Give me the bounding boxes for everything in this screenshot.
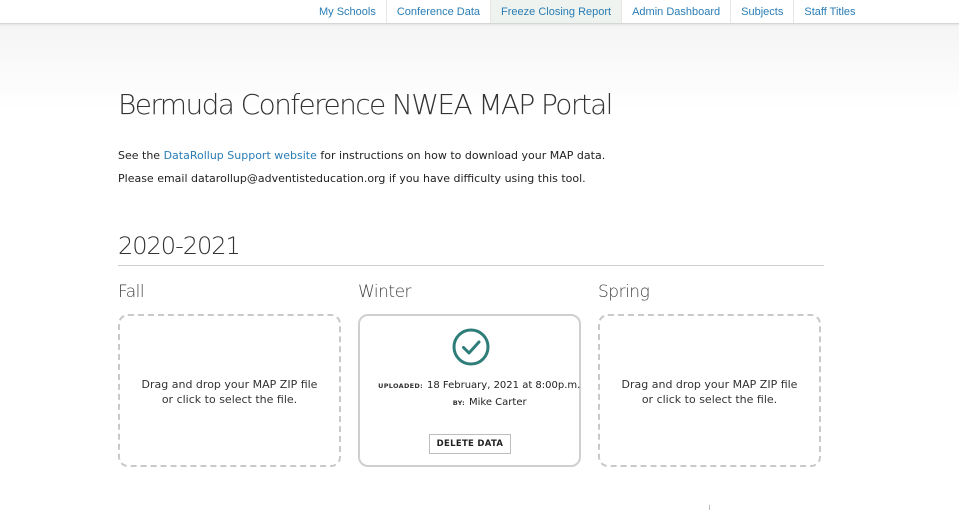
top-nav-list: My Schools Conference Data Freeze Closin…	[309, 0, 866, 23]
intro-instructions: See the DataRollup Support website for i…	[118, 149, 605, 162]
season-label-spring: Spring	[598, 282, 650, 302]
intro-prefix: See the	[118, 149, 164, 162]
nav-item-subjects[interactable]: Subjects	[731, 0, 795, 23]
check-circle-icon	[452, 328, 490, 366]
uploaded-row: UPLOADED: 18 February, 2021 at 8:00p.m.	[360, 380, 581, 391]
year-heading: 2020-2021	[118, 232, 241, 260]
season-label-winter: Winter	[358, 282, 412, 302]
nav-item-my-schools[interactable]: My Schools	[309, 0, 387, 23]
season-label-fall: Fall	[118, 282, 145, 302]
uploaded-key: UPLOADED:	[378, 382, 423, 390]
fall-dropzone-line1: Drag and drop your MAP ZIP file	[141, 378, 318, 391]
nav-item-conference-data[interactable]: Conference Data	[387, 0, 492, 23]
support-website-link[interactable]: DataRollup Support website	[164, 149, 317, 162]
spring-dropzone-line1: Drag and drop your MAP ZIP file	[621, 378, 798, 391]
by-value: Mike Carter	[469, 397, 527, 408]
nav-item-admin-dashboard[interactable]: Admin Dashboard	[622, 0, 732, 23]
nav-item-freeze-closing-report[interactable]: Freeze Closing Report	[491, 0, 623, 23]
spring-dropzone-text: Drag and drop your MAP ZIP file or click…	[600, 377, 819, 407]
top-nav: My Schools Conference Data Freeze Closin…	[0, 0, 959, 24]
uploaded-by-row: BY: Mike Carter	[360, 397, 579, 408]
intro-email: Please email datarollup@adventisteducati…	[118, 172, 586, 185]
intro-suffix: for instructions on how to download your…	[316, 149, 606, 162]
year-divider	[118, 265, 824, 266]
uploaded-value: 18 February, 2021 at 8:00p.m.	[427, 380, 581, 391]
spring-dropzone-line2: or click to select the file.	[641, 393, 778, 406]
spring-dropzone[interactable]: Drag and drop your MAP ZIP file or click…	[598, 314, 821, 467]
fall-dropzone-text: Drag and drop your MAP ZIP file or click…	[120, 377, 339, 407]
scroll-marker	[709, 505, 710, 510]
page-title: Bermuda Conference NWEA MAP Portal	[118, 88, 613, 121]
page: My Schools Conference Data Freeze Closin…	[0, 0, 959, 510]
fall-dropzone-line2: or click to select the file.	[161, 393, 298, 406]
delete-data-button[interactable]: DELETE DATA	[429, 434, 511, 454]
by-key: BY:	[452, 399, 465, 407]
fall-dropzone[interactable]: Drag and drop your MAP ZIP file or click…	[118, 314, 341, 467]
nav-item-staff-titles[interactable]: Staff Titles	[794, 0, 865, 23]
winter-upload-card: UPLOADED: 18 February, 2021 at 8:00p.m. B…	[358, 314, 581, 467]
